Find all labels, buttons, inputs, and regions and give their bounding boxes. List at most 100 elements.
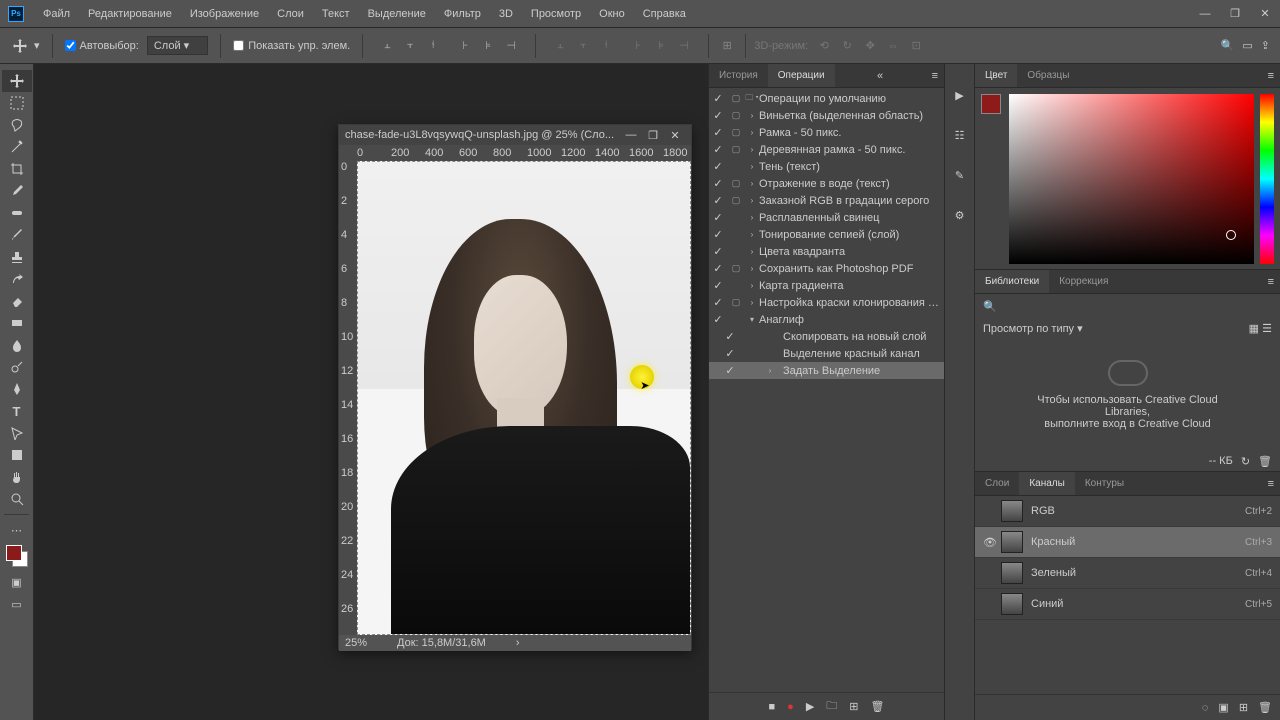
channel-row[interactable]: ЗеленыйCtrl+4 [975,558,1280,589]
action-row[interactable]: ✓▢›Заказной RGB в градации серого [709,192,944,209]
tab-paths[interactable]: Контуры [1075,472,1134,495]
quickmask-icon[interactable]: ▣ [2,571,32,593]
action-step[interactable]: ✓Выделение красный канал [709,345,944,362]
search-icon[interactable]: 🔍 [1221,39,1235,52]
menu-image[interactable]: Изображение [181,0,268,27]
align-bottom-icon[interactable]: ⫮ [423,36,443,56]
edit-toolbar-icon[interactable]: ⋯ [2,519,32,541]
grid-view-icon[interactable]: ▦ [1249,323,1259,335]
play-icon[interactable]: ▶ [806,700,814,713]
minimize-icon[interactable]: — [1190,0,1220,28]
document-titlebar[interactable]: chase-fade-u3L8vqsywqQ-unsplash.jpg @ 25… [339,125,691,145]
action-row[interactable]: ✓▢›Отражение в воде (текст) [709,175,944,192]
action-row[interactable]: ✓›Тень (текст) [709,158,944,175]
visibility-icon[interactable]: 👁 [983,536,1001,549]
gradient-tool[interactable] [2,312,32,334]
eyedropper-tool[interactable] [2,180,32,202]
menu-edit[interactable]: Редактирование [79,0,181,27]
menu-layers[interactable]: Слои [268,0,313,27]
action-row[interactable]: ✓▢›Настройка краски клонирования д... [709,294,944,311]
hue-slider[interactable] [1260,94,1274,264]
path-tool[interactable] [2,422,32,444]
tab-correction[interactable]: Коррекция [1049,270,1118,293]
action-row[interactable]: ✓›Тонирование сепией (слой) [709,226,944,243]
action-step[interactable]: ✓›Задать Выделение [709,362,944,379]
tab-swatches[interactable]: Образцы [1017,64,1079,87]
dodge-tool[interactable] [2,356,32,378]
pen-tool[interactable] [2,378,32,400]
action-row[interactable]: ✓▢›Виньетка (выделенная область) [709,107,944,124]
menu-view[interactable]: Просмотр [522,0,590,27]
color-fg-swatch[interactable] [981,94,1003,264]
action-row[interactable]: ✓▢›Сохранить как Photoshop PDF [709,260,944,277]
maximize-icon[interactable]: ❐ [1220,0,1250,28]
action-row[interactable]: ✓›Цвета квадранта [709,243,944,260]
stamp-tool[interactable] [2,246,32,268]
library-search[interactable]: 🔍 [975,294,1280,318]
screenmode-icon[interactable]: ▭ [2,593,32,615]
channel-row[interactable]: СинийCtrl+5 [975,589,1280,620]
autoselect-checkbox[interactable]: Автовыбор: [65,40,139,52]
menu-file[interactable]: Файл [34,0,79,27]
tab-history[interactable]: История [709,64,768,87]
new-channel-icon[interactable]: ⊞ [1239,701,1248,714]
share-icon[interactable]: ⇪ [1261,39,1270,52]
doc-minimize-icon[interactable]: — [621,129,641,142]
tab-color[interactable]: Цвет [975,64,1017,87]
doc-maximize-icon[interactable]: ❐ [643,129,663,142]
workspace-icon[interactable]: ▭ [1242,39,1252,52]
panel-menu-icon[interactable]: ≡ [926,70,944,82]
properties-panel-icon[interactable]: ☷ [949,124,971,146]
hand-tool[interactable] [2,466,32,488]
color-menu-icon[interactable]: ≡ [1262,70,1280,82]
tab-channels[interactable]: Каналы [1019,472,1075,495]
eraser-tool[interactable] [2,290,32,312]
lib-sync-icon[interactable]: ↻ [1241,455,1250,468]
action-row[interactable]: ✓▢›Деревянная рамка - 50 пикс. [709,141,944,158]
lib-trash-icon[interactable]: 🗑 [1258,455,1272,468]
healing-tool[interactable] [2,202,32,224]
doc-close-icon[interactable]: ✕ [665,129,685,142]
menu-text[interactable]: Текст [313,0,359,27]
crop-tool[interactable] [2,158,32,180]
new-action-icon[interactable]: ⊞ [849,700,858,713]
zoom-tool[interactable] [2,488,32,510]
move-tool[interactable] [2,70,32,92]
sliders-panel-icon[interactable]: ⚙ [949,204,971,226]
canvas[interactable]: ➤ [357,161,691,635]
align-hcenter-icon[interactable]: ⊧ [478,36,498,56]
menu-select[interactable]: Выделение [359,0,435,27]
marquee-tool[interactable] [2,92,32,114]
text-tool[interactable]: T [2,400,32,422]
record-icon[interactable]: ● [787,701,794,713]
close-icon[interactable]: ✕ [1250,0,1280,28]
menu-filter[interactable]: Фильтр [435,0,490,27]
view-by-type[interactable]: Просмотр по типу ▾ [983,322,1083,335]
action-row[interactable]: ✓▢›Рамка - 50 пикс. [709,124,944,141]
list-view-icon[interactable]: ☰ [1262,323,1272,335]
lib-menu-icon[interactable]: ≡ [1262,276,1280,288]
tab-libraries[interactable]: Библиотеки [975,270,1049,293]
trash-icon[interactable]: 🗑 [871,700,885,713]
menu-help[interactable]: Справка [634,0,695,27]
delete-channel-icon[interactable]: 🗑 [1258,701,1272,714]
collapse-icon[interactable]: « [871,70,889,82]
adjust-panel-icon[interactable]: ✎ [949,164,971,186]
brush-tool[interactable] [2,224,32,246]
stop-icon[interactable]: ■ [769,701,776,713]
action-step[interactable]: ✓Скопировать на новый слой [709,328,944,345]
play-panel-icon[interactable]: ▶ [949,84,971,106]
channels-menu-icon[interactable]: ≡ [1262,478,1280,490]
blur-tool[interactable] [2,334,32,356]
shape-tool[interactable] [2,444,32,466]
autoselect-dropdown[interactable]: Слой ▾ [147,36,208,55]
save-selection-icon[interactable]: ▣ [1218,701,1228,714]
menu-window[interactable]: Окно [590,0,634,27]
align-right-icon[interactable]: ⊣ [501,36,521,56]
color-swatch[interactable] [6,545,28,567]
lasso-tool[interactable] [2,114,32,136]
action-row[interactable]: ✓▢🗀 ▾Операции по умолчанию [709,90,944,107]
tab-layers[interactable]: Слои [975,472,1019,495]
history-brush-tool[interactable] [2,268,32,290]
action-row[interactable]: ✓▾Анаглиф [709,311,944,328]
